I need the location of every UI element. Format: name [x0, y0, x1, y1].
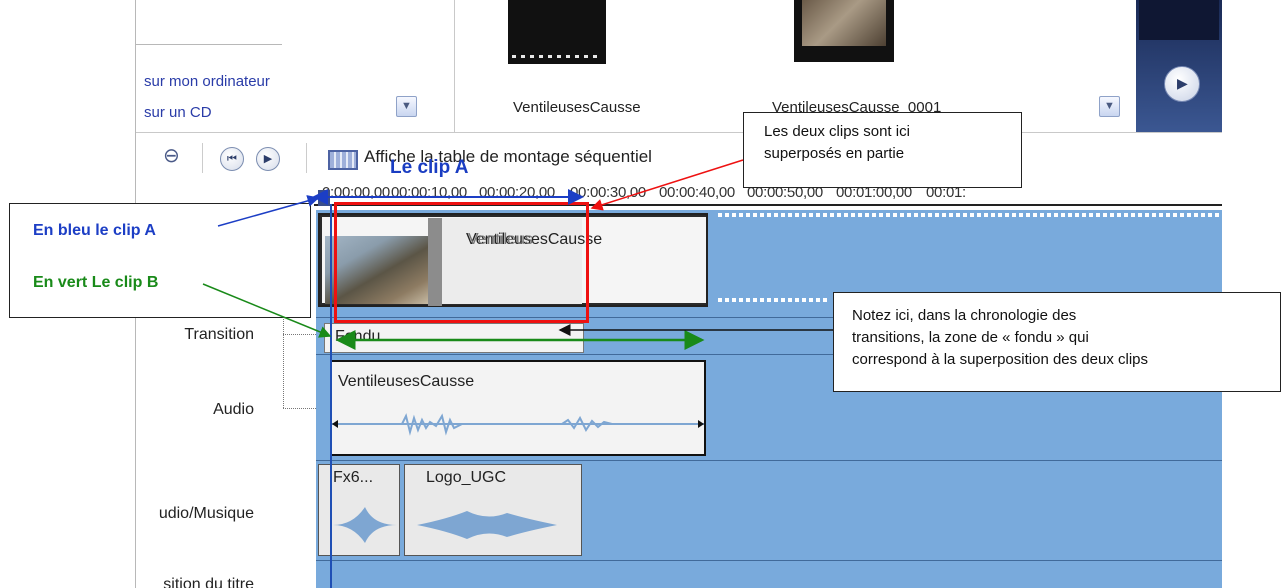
annotation-arrows: [202, 159, 833, 350]
